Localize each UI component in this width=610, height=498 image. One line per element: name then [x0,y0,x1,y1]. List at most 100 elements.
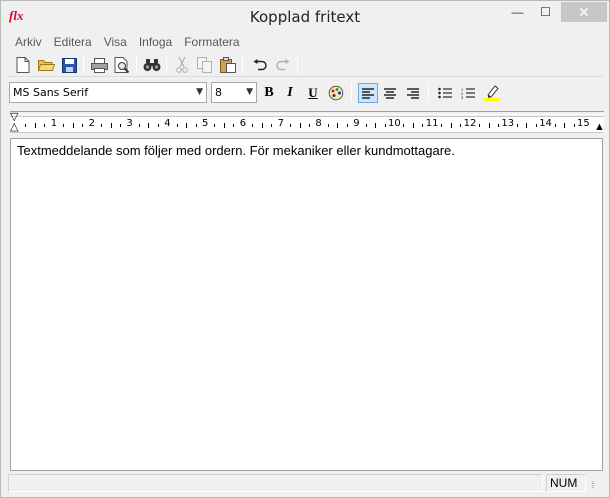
menu-formatera[interactable]: Formatera [177,33,244,51]
highlight-button[interactable] [482,83,502,103]
font-size-select[interactable]: 8 ▼ [211,82,257,103]
ruler-tick [223,123,225,128]
ruler-tick [157,124,159,127]
chevron-down-icon[interactable]: ▼ [246,83,253,102]
ruler-number: 6 [239,118,247,129]
toolbar-separator [136,56,137,74]
print-icon[interactable] [90,56,108,74]
align-left-button[interactable] [358,83,378,103]
ruler-tick [138,124,140,127]
ruler-tick [290,124,292,127]
editor-text: Textmeddelande som följer med ordern. Fö… [17,143,455,158]
ruler-tick [488,123,490,128]
text-editor[interactable]: Textmeddelande som följer med ordern. Fö… [10,138,603,471]
ruler-tick [82,124,84,127]
redo-icon[interactable] [274,56,292,74]
align-left-icon [362,87,374,99]
ruler-tick [25,124,27,127]
save-icon[interactable] [60,56,78,74]
ruler-tick [516,124,518,127]
ruler-tick [34,123,36,128]
ruler-number: 13 [501,118,515,129]
left-indent-marker[interactable]: △ [10,122,18,133]
bullet-list-button[interactable] [435,83,455,103]
numbered-list-button[interactable]: 123 [458,83,478,103]
ruler-border [10,111,604,115]
ruler-number: 1 [50,118,58,129]
ruler-tick [186,123,188,128]
right-indent-marker[interactable]: ▲ [594,122,605,133]
ruler-number: 10 [388,118,401,129]
ruler-tick [375,123,377,128]
highlighter-icon [484,85,500,101]
close-button[interactable]: ✕ [561,2,607,22]
ruler-tick [72,123,74,128]
find-icon[interactable] [143,56,161,74]
align-right-icon [407,87,419,99]
align-center-button[interactable] [380,83,400,103]
menu-editera[interactable]: Editera [47,33,97,51]
ruler-number: 4 [164,118,171,129]
font-size-value: 8 [215,86,222,99]
standard-toolbar [8,53,604,77]
ruler-number: 8 [315,118,322,129]
ruler-number: 3 [126,118,133,129]
toolbar-separator [297,56,298,74]
ruler-tick [554,124,556,127]
menu-infoga[interactable]: Infoga [132,33,177,51]
chevron-down-icon[interactable]: ▼ [196,83,203,102]
ruler-tick [101,124,103,127]
underline-button[interactable]: U [303,83,323,103]
ruler-tick [479,124,481,127]
ruler-number: 14 [539,118,552,129]
ruler-tick [412,123,414,128]
ruler-tick [497,124,499,127]
ruler-number: 7 [277,118,284,129]
maximize-button[interactable]: ☐ [532,2,559,22]
ruler-tick [299,123,301,128]
paste-icon[interactable] [219,56,237,74]
ruler-tick [271,124,273,127]
ruler-tick [252,124,254,127]
bold-button[interactable]: B [259,83,279,103]
ruler-tick [233,124,235,127]
title-bar[interactable]: flx Kopplad fritext — ☐ ✕ [1,1,609,32]
svg-text:3: 3 [461,95,464,99]
color-palette-icon[interactable] [326,83,346,103]
ruler-tick [384,124,386,127]
cut-icon[interactable] [173,56,191,74]
print-preview-icon[interactable] [113,56,131,74]
ruler-tick [460,124,462,127]
ruler-tick [308,124,310,127]
align-right-button[interactable] [403,83,423,103]
toolbar-separator [83,56,84,74]
ruler-number: 15 [577,118,590,129]
num-lock-indicator: NUM [546,474,586,492]
ruler-tick [327,124,329,127]
ruler-tick [110,123,112,128]
italic-button[interactable]: I [280,83,300,103]
ruler[interactable]: 1 2 3 4 5 6 7 8 9 10 11 12 13 14 15 ▽ △ ▲ [10,111,605,135]
font-name-select[interactable]: MS Sans Serif ▼ [9,82,207,103]
status-panel [8,474,543,492]
ruler-tick [214,124,216,127]
align-center-icon [384,87,396,99]
ruler-tick [63,124,65,127]
ruler-number: 5 [202,118,209,129]
resize-grip-icon[interactable]: ⁞⁞ [591,480,595,490]
undo-icon[interactable] [251,56,269,74]
open-folder-icon[interactable] [37,56,55,74]
copy-icon[interactable] [196,56,214,74]
minimize-button[interactable]: — [504,2,531,22]
menu-arkiv[interactable]: Arkiv [8,33,47,51]
ruler-tick [176,124,178,127]
ruler-number: 12 [463,118,477,129]
ruler-tick [403,124,405,127]
menu-visa[interactable]: Visa [97,33,132,51]
toolbar-separator [428,83,429,101]
status-bar: NUM ⁞⁞ [8,472,604,494]
bullet-list-icon [438,87,452,99]
ruler-tick [44,124,46,127]
ruler-scale[interactable]: 1 2 3 4 5 6 7 8 9 10 11 12 13 14 15 [10,116,604,133]
new-document-icon[interactable] [14,56,32,74]
